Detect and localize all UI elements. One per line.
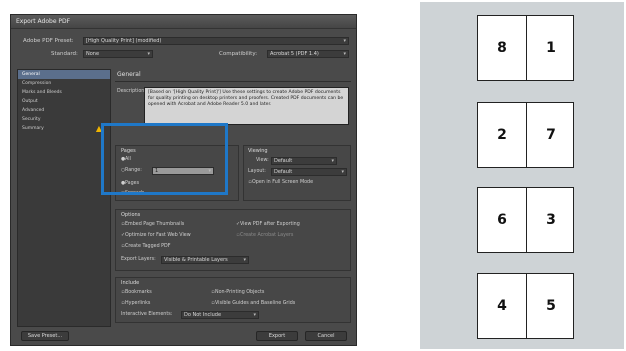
chevron-down-icon: ▾ xyxy=(243,257,246,263)
standard-value: None xyxy=(86,51,100,57)
options-group-label: Options xyxy=(121,212,141,218)
chevron-down-icon: ▾ xyxy=(343,38,346,44)
save-preset-button[interactable]: Save Preset... xyxy=(21,331,69,341)
page-order-diagram: 8 1 2 7 6 3 4 5 xyxy=(420,2,624,349)
standard-select[interactable]: None ▾ xyxy=(83,50,153,58)
spread: 4 5 xyxy=(477,273,574,339)
spread: 2 7 xyxy=(477,102,574,168)
standard-label: Standard: xyxy=(51,51,78,57)
guides-checkbox[interactable]: ▫Visible Guides and Baseline Grids xyxy=(211,301,295,306)
section-title: General xyxy=(117,71,141,78)
export-layers-label: Export Layers: xyxy=(121,257,156,262)
cancel-button[interactable]: Cancel xyxy=(305,331,347,341)
view-after-export-checkbox[interactable]: ✓View PDF after Exporting xyxy=(236,222,300,227)
sidebar-item-summary[interactable]: Summary ▲ xyxy=(18,124,110,133)
page-number: 1 xyxy=(546,40,556,56)
interactive-select[interactable]: Do Not Include ▾ xyxy=(181,311,259,319)
embed-thumbnails-checkbox[interactable]: ▫Embed Page Thumbnails xyxy=(121,222,184,227)
view-label: View: xyxy=(256,158,269,163)
page-number: 4 xyxy=(497,298,507,314)
chevron-down-icon: ▾ xyxy=(343,51,346,57)
description-label: Description: xyxy=(117,89,146,94)
hyperlinks-checkbox[interactable]: ▫Hyperlinks xyxy=(121,301,150,306)
sidebar-item-compression[interactable]: Compression xyxy=(18,79,110,88)
bookmarks-checkbox[interactable]: ▫Bookmarks xyxy=(121,290,151,295)
dialog-title: Export Adobe PDF xyxy=(11,15,356,29)
export-layers-select[interactable]: Visible & Printable Layers ▾ xyxy=(161,256,249,264)
general-panel: General Description: [Based on '[High Qu… xyxy=(115,69,351,327)
viewing-group: Viewing View: Default ▾ Layout: Default … xyxy=(243,145,351,201)
interactive-label: Interactive Elements: xyxy=(121,312,173,317)
layout-select[interactable]: Default ▾ xyxy=(271,168,347,176)
sidebar-item-security[interactable]: Security xyxy=(18,115,110,124)
spread: 6 3 xyxy=(477,187,574,253)
viewing-group-label: Viewing xyxy=(248,148,268,154)
optimize-web-checkbox[interactable]: ✓Optimize for Fast Web View xyxy=(121,233,191,238)
include-group: Include ▫Bookmarks ▫Hyperlinks ▫Non-Prin… xyxy=(115,277,351,323)
tagged-pdf-checkbox[interactable]: ▫Create Tagged PDF xyxy=(121,244,170,249)
pages-highlight-box xyxy=(101,123,228,195)
chevron-down-icon: ▾ xyxy=(341,169,344,175)
preset-value: [High Quality Print] (modified) xyxy=(86,38,162,44)
spread: 8 1 xyxy=(477,15,574,81)
settings-sidebar: General Compression Marks and Bleeds Out… xyxy=(17,69,111,327)
layout-label: Layout: xyxy=(248,169,266,174)
compat-label: Compatibility: xyxy=(219,51,258,57)
sidebar-item-general[interactable]: General xyxy=(18,70,110,79)
page-number: 2 xyxy=(497,127,507,143)
sidebar-item-marks-bleeds[interactable]: Marks and Bleeds xyxy=(18,88,110,97)
sidebar-item-label: Summary xyxy=(22,126,44,131)
sidebar-item-advanced[interactable]: Advanced xyxy=(18,106,110,115)
fullscreen-checkbox[interactable]: ▫Open in Full Screen Mode xyxy=(248,180,313,185)
chevron-down-icon: ▾ xyxy=(147,51,150,57)
divider xyxy=(115,81,351,82)
nonprinting-checkbox[interactable]: ▫Non-Printing Objects xyxy=(211,290,264,295)
compat-value: Acrobat 5 (PDF 1.4) xyxy=(270,51,319,57)
chevron-down-icon: ▾ xyxy=(253,312,256,318)
description-textarea[interactable]: [Based on '[High Quality Print]'] Use th… xyxy=(144,87,349,125)
acrobat-layers-checkbox[interactable]: ▫Create Acrobat Layers xyxy=(236,233,293,238)
page-number: 6 xyxy=(497,212,507,228)
page-number: 8 xyxy=(497,40,507,56)
view-select[interactable]: Default ▾ xyxy=(271,157,337,165)
sidebar-item-output[interactable]: Output xyxy=(18,97,110,106)
page-number: 7 xyxy=(546,127,556,143)
export-button[interactable]: Export xyxy=(256,331,298,341)
compat-select[interactable]: Acrobat 5 (PDF 1.4) ▾ xyxy=(267,50,349,58)
preset-label: Adobe PDF Preset: xyxy=(23,38,74,44)
preset-select[interactable]: [High Quality Print] (modified) ▾ xyxy=(83,37,349,45)
options-group: Options ▫Embed Page Thumbnails ✓Optimize… xyxy=(115,209,351,271)
page-number: 5 xyxy=(546,298,556,314)
chevron-down-icon: ▾ xyxy=(331,158,334,164)
page-number: 3 xyxy=(546,212,556,228)
include-group-label: Include xyxy=(121,280,140,286)
